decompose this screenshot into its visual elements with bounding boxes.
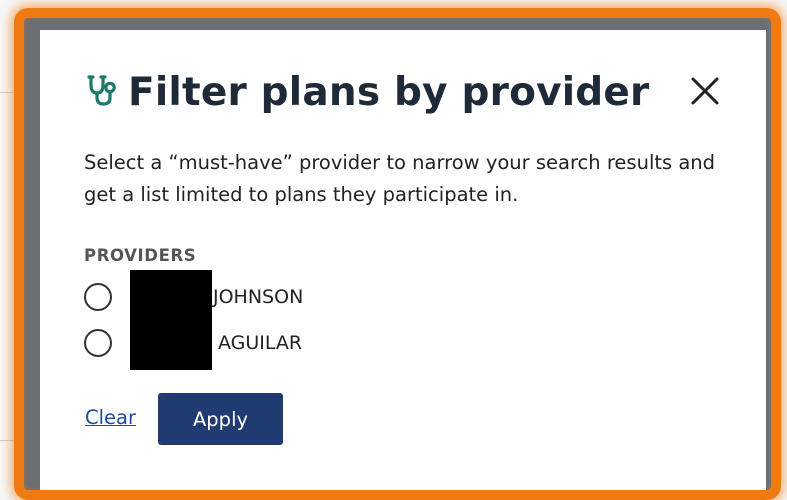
provider-label: AGUILAR (218, 332, 303, 354)
provider-label: JOHNSON (213, 286, 304, 308)
provider-option-johnson[interactable]: JOHNSON (84, 283, 303, 311)
modal-description: Select a “must-have” provider to narrow … (84, 151, 716, 206)
apply-button[interactable]: Apply (158, 393, 283, 445)
redaction-block (130, 270, 212, 370)
close-button[interactable] (686, 72, 724, 110)
stethoscope-icon (84, 72, 128, 113)
radio-button[interactable] (84, 283, 112, 311)
close-icon (691, 77, 719, 105)
modal-title: Filter plans by provider (128, 70, 650, 115)
provider-option-aguilar[interactable]: AGUILAR (84, 329, 302, 357)
providers-heading: PROVIDERS (84, 246, 197, 265)
filter-providers-modal: Filter plans by provider Select a “must-… (40, 30, 766, 490)
clear-link[interactable]: Clear (85, 406, 136, 429)
radio-button[interactable] (84, 329, 112, 357)
modal-header: Filter plans by provider (84, 70, 650, 115)
